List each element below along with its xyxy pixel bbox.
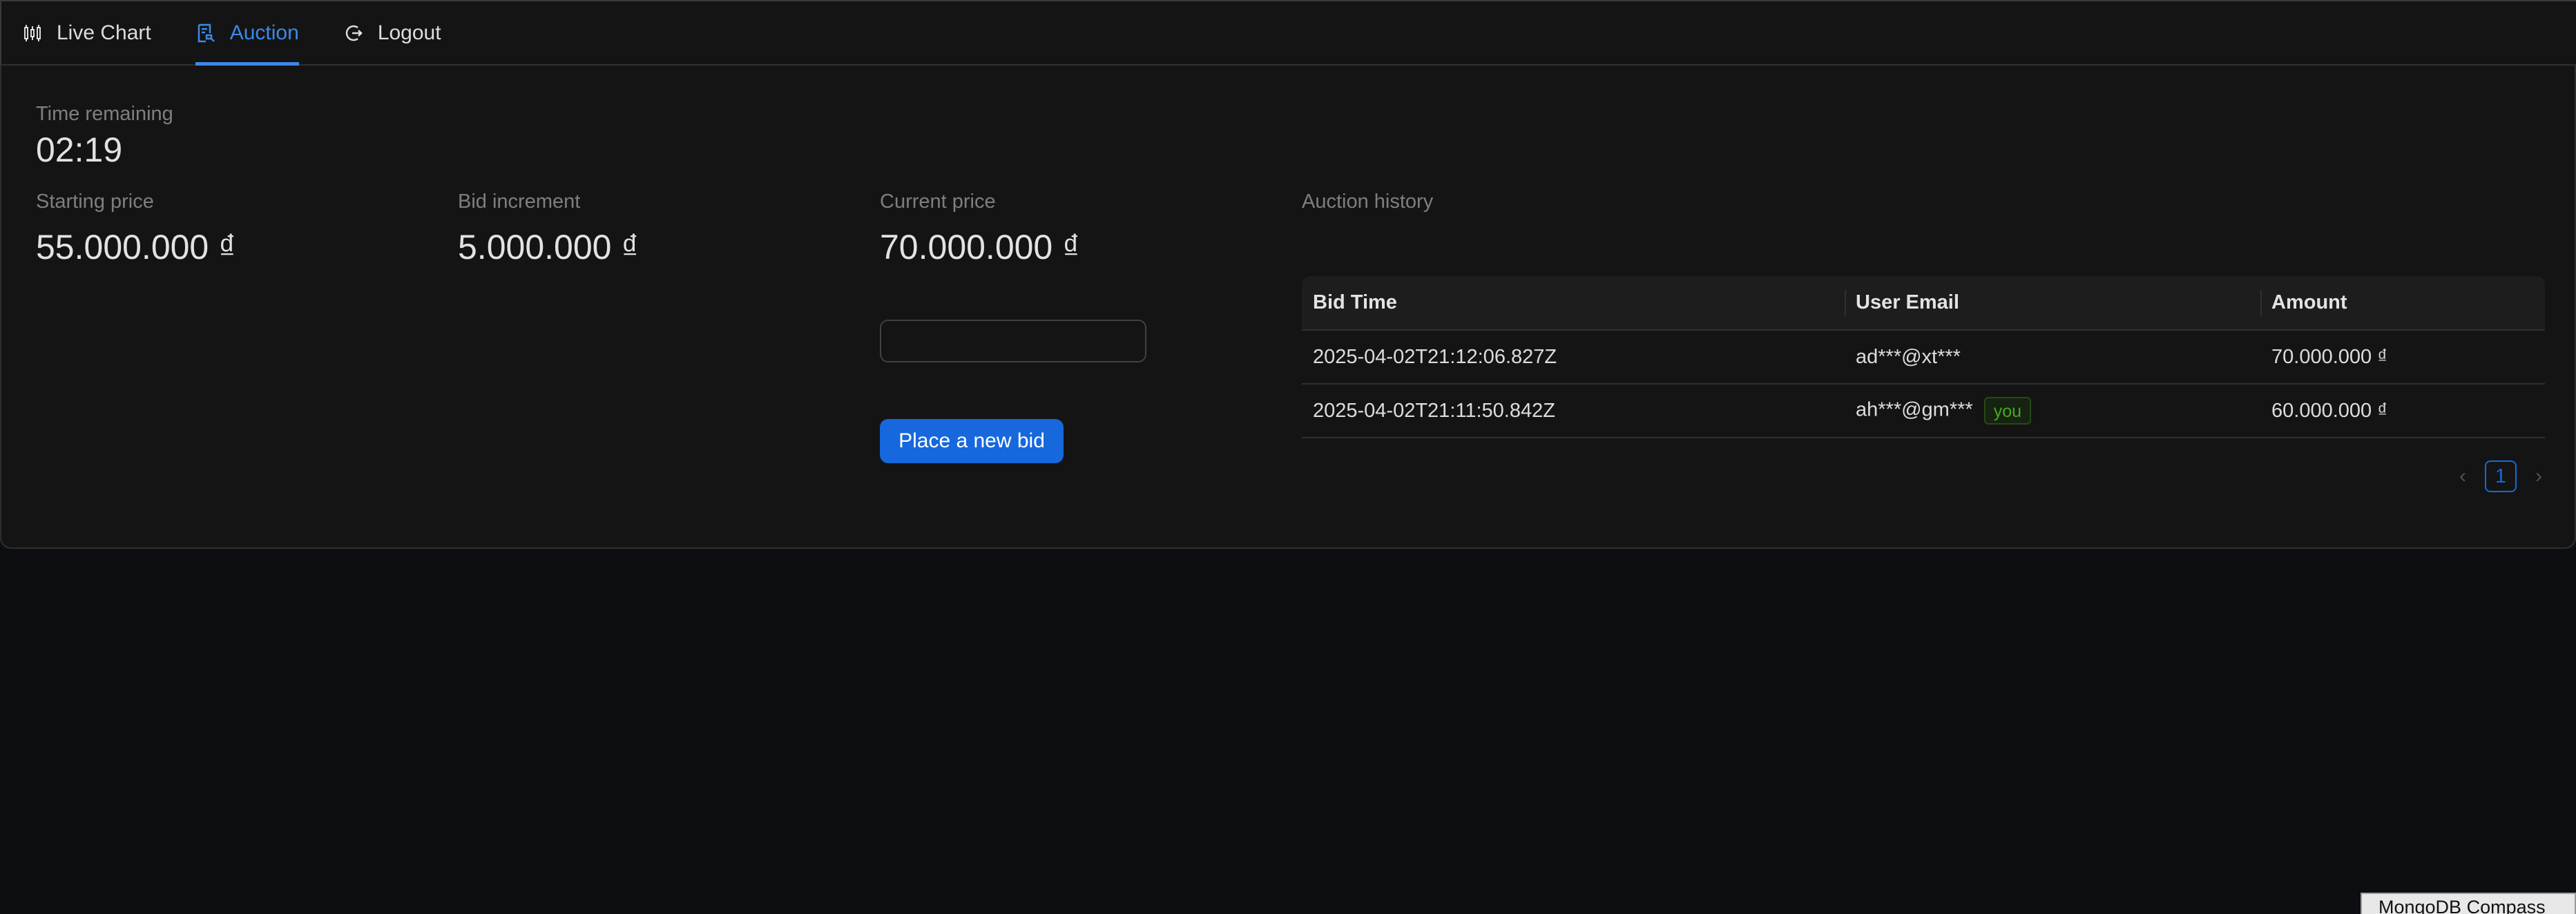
nav-item-live-chart[interactable]: Live Chart [22, 1, 173, 64]
top-navigation: Live Chart Auction Logout [0, 0, 2576, 66]
nav-label-live-chart: Live Chart [57, 21, 151, 44]
auction-history-table: Bid Time User Email Amount 2025-04-02T21… [1302, 276, 2545, 438]
user-email-text: ah***@gm*** [1856, 398, 1973, 421]
place-bid-button[interactable]: Place a new bid [880, 419, 1064, 463]
nav-label-logout: Logout [377, 21, 441, 44]
nav-item-auction[interactable]: Auction [173, 1, 321, 66]
bid-increment-value: 5.000.000 ₫ [458, 228, 639, 266]
bid-increment-label: Bid increment [458, 191, 581, 213]
page-1-button[interactable]: 1 [2485, 460, 2517, 492]
amount-cell: 70.000.000 ₫ [2260, 330, 2545, 385]
bid-increment-stat: Bid increment 5.000.000 ₫ [458, 188, 639, 270]
next-page-icon[interactable]: › [2526, 461, 2551, 492]
you-tag: you [1983, 397, 2032, 425]
auction-card: Time remaining 02:19 Starting price 55.0… [0, 66, 2576, 549]
table-header-row: Bid Time User Email Amount [1302, 276, 2545, 331]
live-chart-icon [22, 23, 43, 43]
user-email-cell: ah***@gm*** you [1845, 384, 2260, 438]
column-header-bid-time: Bid Time [1302, 276, 1845, 331]
logout-icon [343, 23, 364, 43]
bid-input-group: ₫ [880, 320, 1146, 362]
table-row: 2025-04-02T21:11:50.842Z ah***@gm*** you… [1302, 384, 2545, 438]
time-remaining-value: 02:19 [36, 130, 123, 169]
auction-icon [195, 23, 216, 43]
time-remaining-stat: Time remaining 02:19 [36, 101, 173, 173]
taskbar-tooltip: MongoDB Compass [2361, 893, 2576, 914]
auction-history-title: Auction history [1302, 191, 1434, 213]
pagination: ‹ 1 › [2450, 460, 2551, 492]
current-price-stat: Current price 70.000.000 ₫ [880, 188, 1080, 270]
user-email-cell: ad***@xt*** [1845, 330, 2260, 385]
starting-price-value: 55.000.000 ₫ [36, 228, 236, 266]
column-header-amount: Amount [2260, 276, 2545, 331]
nav-item-logout[interactable]: Logout [321, 1, 463, 64]
previous-page-icon[interactable]: ‹ [2450, 461, 2475, 492]
bid-amount-input[interactable] [881, 321, 1145, 361]
starting-price-label: Starting price [36, 191, 154, 213]
user-email-text: ad***@xt*** [1856, 345, 1961, 368]
nav-label-auction: Auction [229, 21, 299, 44]
column-header-user-email: User Email [1845, 276, 2260, 331]
bid-time-cell: 2025-04-02T21:11:50.842Z [1302, 384, 1845, 438]
amount-cell: 60.000.000 ₫ [2260, 384, 2545, 438]
bid-time-cell: 2025-04-02T21:12:06.827Z [1302, 330, 1845, 385]
time-remaining-label: Time remaining [36, 103, 173, 125]
current-price-label: Current price [880, 191, 996, 213]
starting-price-stat: Starting price 55.000.000 ₫ [36, 188, 236, 270]
current-price-value: 70.000.000 ₫ [880, 228, 1080, 266]
table-row: 2025-04-02T21:12:06.827Z ad***@xt*** 70.… [1302, 330, 2545, 385]
